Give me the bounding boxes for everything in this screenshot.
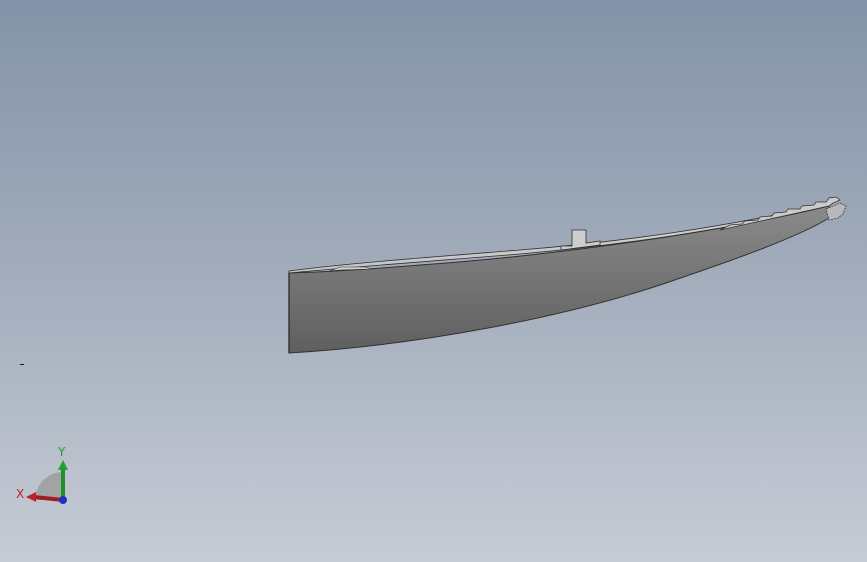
graphics-viewport[interactable]: X Y: [0, 0, 867, 562]
triad-z-origin: [59, 496, 67, 504]
triad-y-label: Y: [57, 445, 66, 459]
triad-x-arrow: [26, 492, 36, 502]
viewport-marker: [20, 364, 24, 365]
triad-x-label: X: [16, 487, 24, 501]
triad-y-arrow: [58, 460, 68, 470]
coordinate-triad[interactable]: X Y: [16, 445, 68, 504]
part-main-face[interactable]: [288, 205, 830, 354]
model-view[interactable]: X Y: [0, 0, 867, 562]
